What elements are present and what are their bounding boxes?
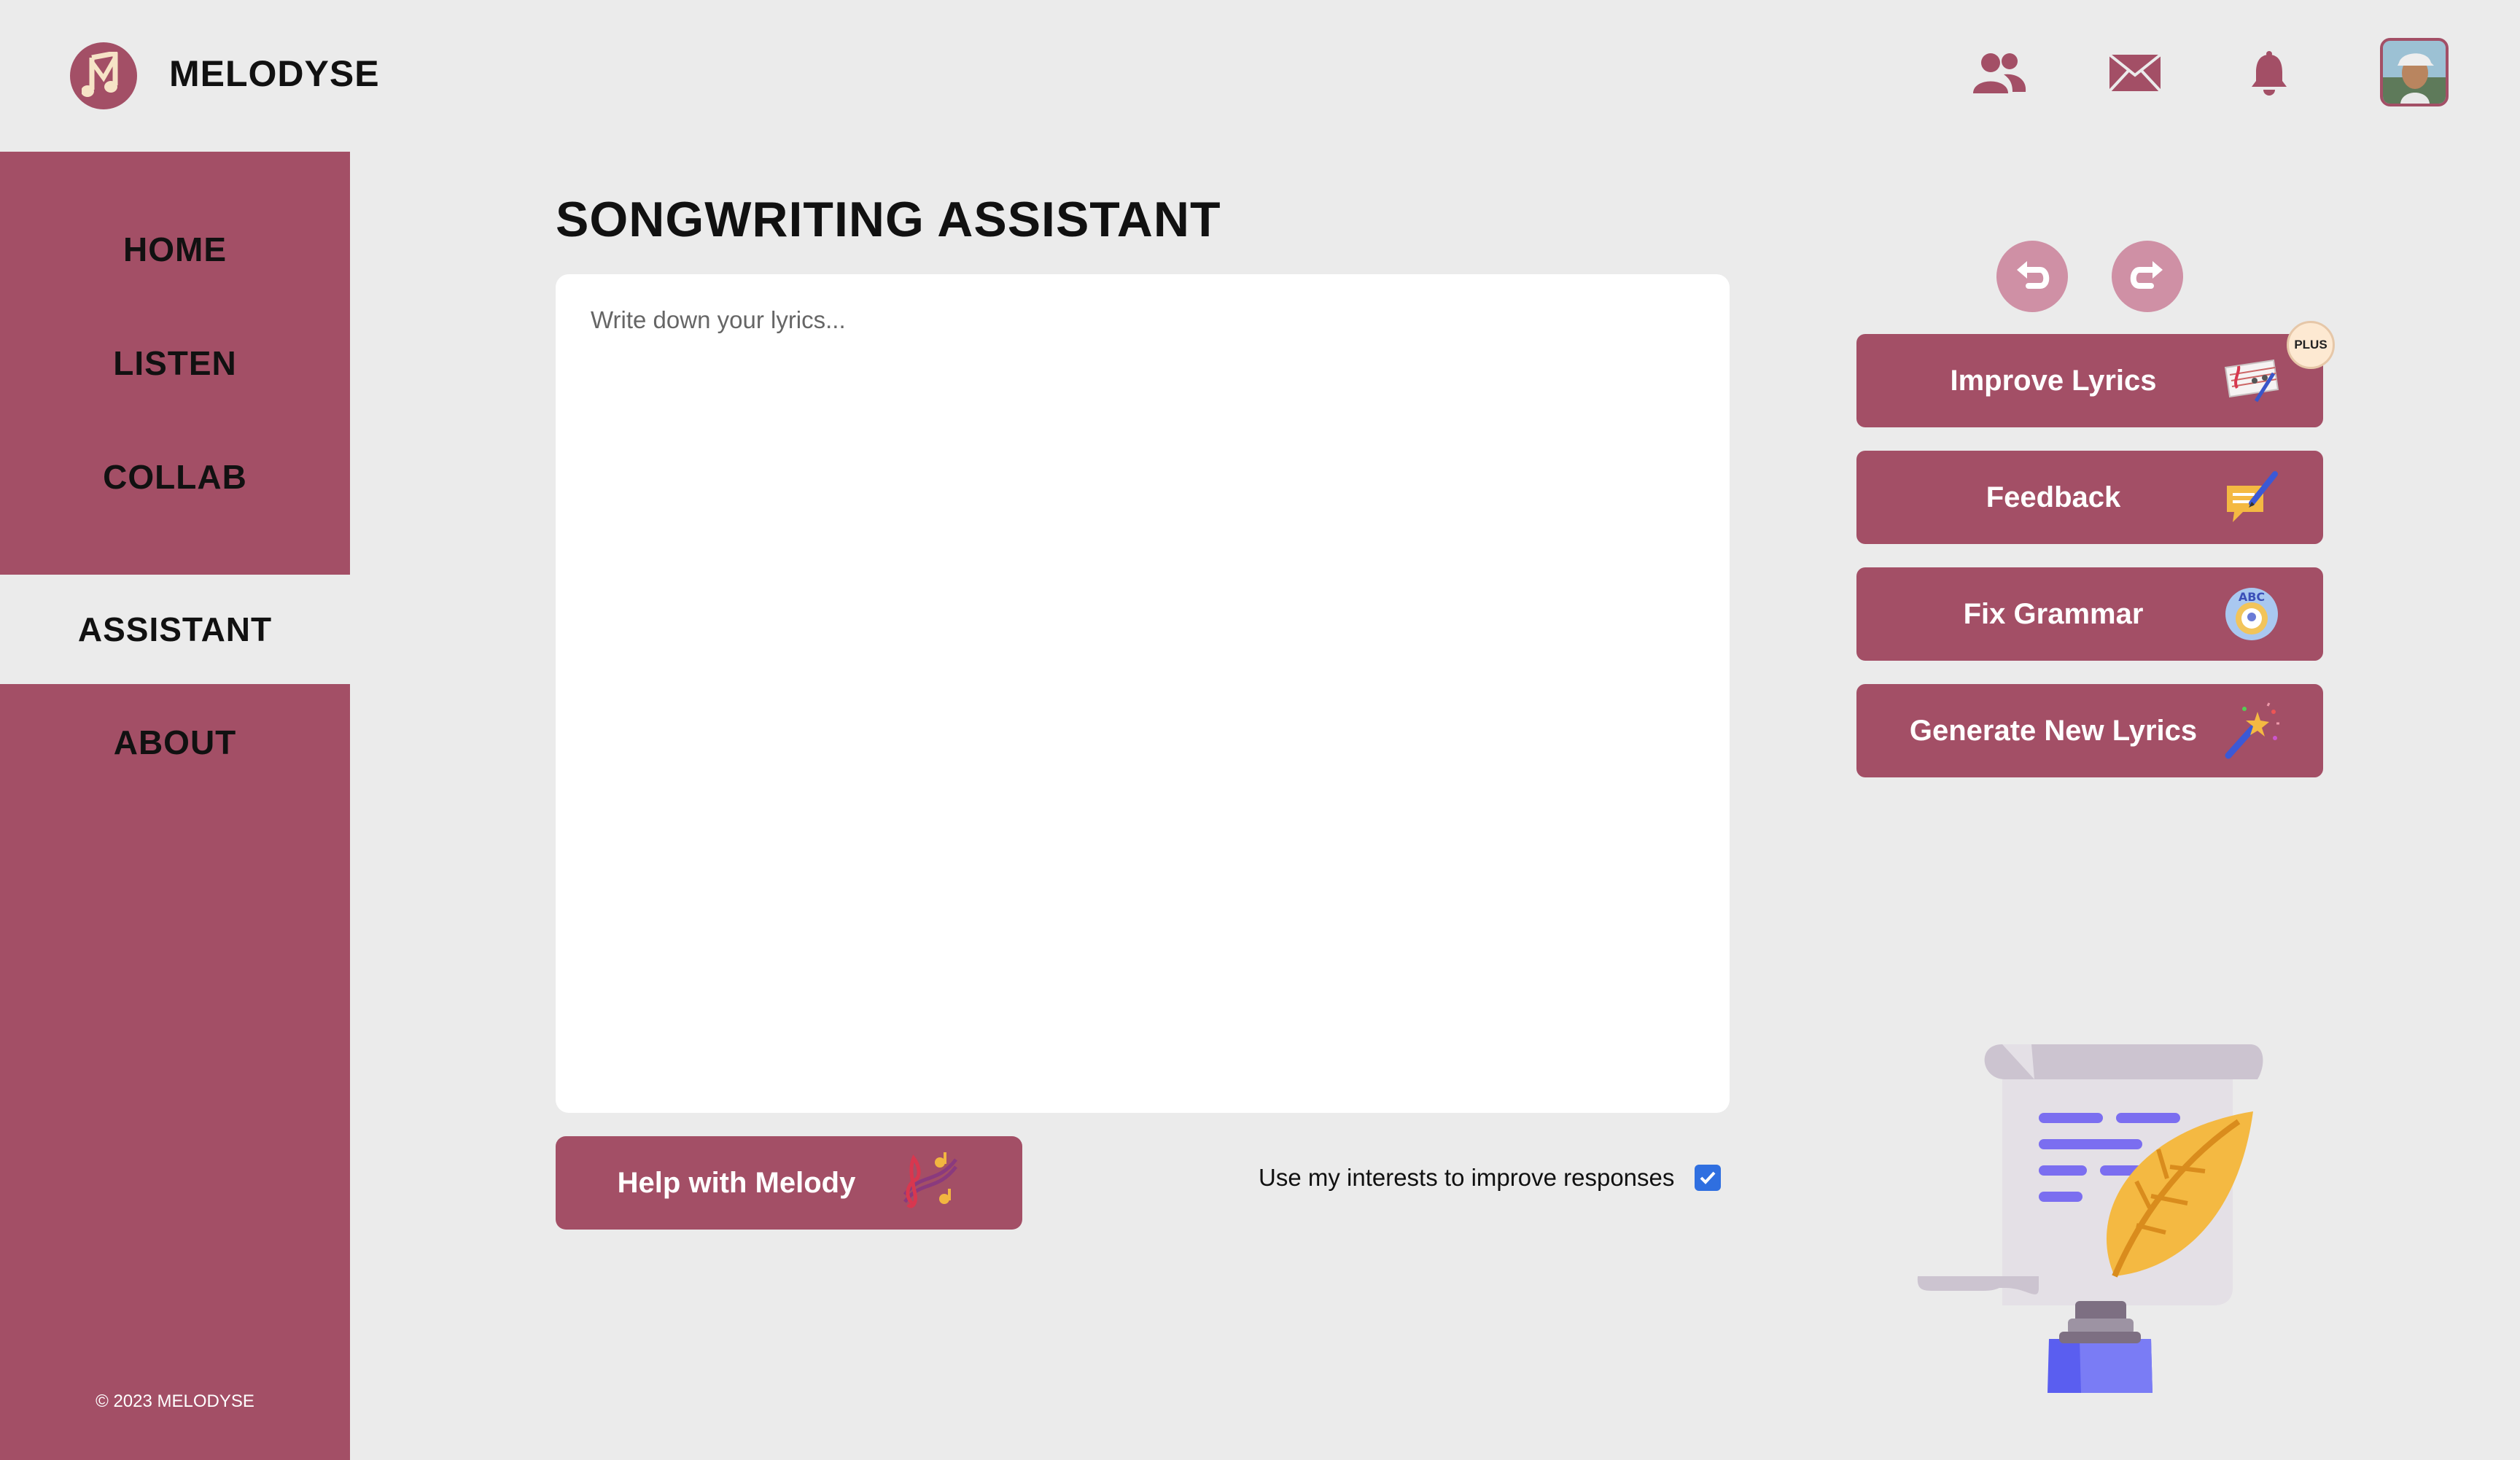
svg-text:ABC: ABC: [2239, 590, 2265, 604]
interests-checkbox[interactable]: [1695, 1165, 1722, 1191]
bell-icon[interactable]: [2240, 44, 2298, 102]
interests-row: Use my interests to improve responses: [1259, 1164, 1722, 1192]
redo-icon: [2128, 255, 2167, 298]
sidebar-item-home[interactable]: HOME: [0, 203, 350, 296]
lyrics-editor[interactable]: [556, 274, 1730, 1113]
generate-new-lyrics-button[interactable]: Generate New Lyrics: [1856, 684, 2323, 777]
redo-button[interactable]: [2112, 241, 2183, 312]
feedback-label: Feedback: [1986, 481, 2121, 513]
mail-icon[interactable]: [2106, 44, 2164, 102]
copyright-text: © 2023 MELODYSE: [96, 1391, 254, 1411]
abc-icon: ABC: [2222, 585, 2281, 643]
generate-new-lyrics-label: Generate New Lyrics: [1909, 714, 2198, 747]
quill-scroll-illustration: [1896, 1036, 2275, 1415]
fix-grammar-label: Fix Grammar: [1963, 597, 2144, 630]
help-with-melody-label: Help with Melody: [617, 1166, 856, 1199]
feedback-icon: [2222, 468, 2281, 527]
sidebar-item-assistant[interactable]: ASSISTANT: [0, 575, 350, 684]
sidebar-item-listen[interactable]: LISTEN: [0, 317, 350, 410]
interests-label: Use my interests to improve responses: [1259, 1164, 1675, 1191]
sidebar: HOME LISTEN COLLAB ASSISTANT ABOUT © 202…: [0, 152, 350, 1460]
improve-lyrics-label: Improve Lyrics: [1950, 364, 2157, 397]
sidebar-item-about[interactable]: ABOUT: [0, 696, 350, 789]
plus-badge: PLUS: [2287, 321, 2335, 369]
music-notes-icon: [899, 1151, 960, 1216]
sheet-music-icon: [2222, 352, 2281, 410]
help-with-melody-button[interactable]: Help with Melody: [556, 1136, 1022, 1230]
app-title: MELODYSE: [169, 53, 380, 94]
undo-button[interactable]: [1996, 241, 2068, 312]
logo-icon[interactable]: [70, 42, 137, 109]
sidebar-item-collab[interactable]: COLLAB: [0, 430, 350, 524]
undo-icon: [2012, 255, 2052, 298]
improve-lyrics-button[interactable]: Improve Lyrics: [1856, 334, 2323, 427]
avatar[interactable]: [2380, 38, 2449, 106]
magic-wand-icon: [2222, 702, 2281, 760]
people-icon[interactable]: [1970, 44, 2029, 102]
page-title: SONGWRITING ASSISTANT: [556, 192, 1221, 247]
header: MELODYSE: [0, 0, 2520, 152]
fix-grammar-button[interactable]: Fix Grammar ABC: [1856, 567, 2323, 661]
feedback-button[interactable]: Feedback: [1856, 451, 2323, 544]
